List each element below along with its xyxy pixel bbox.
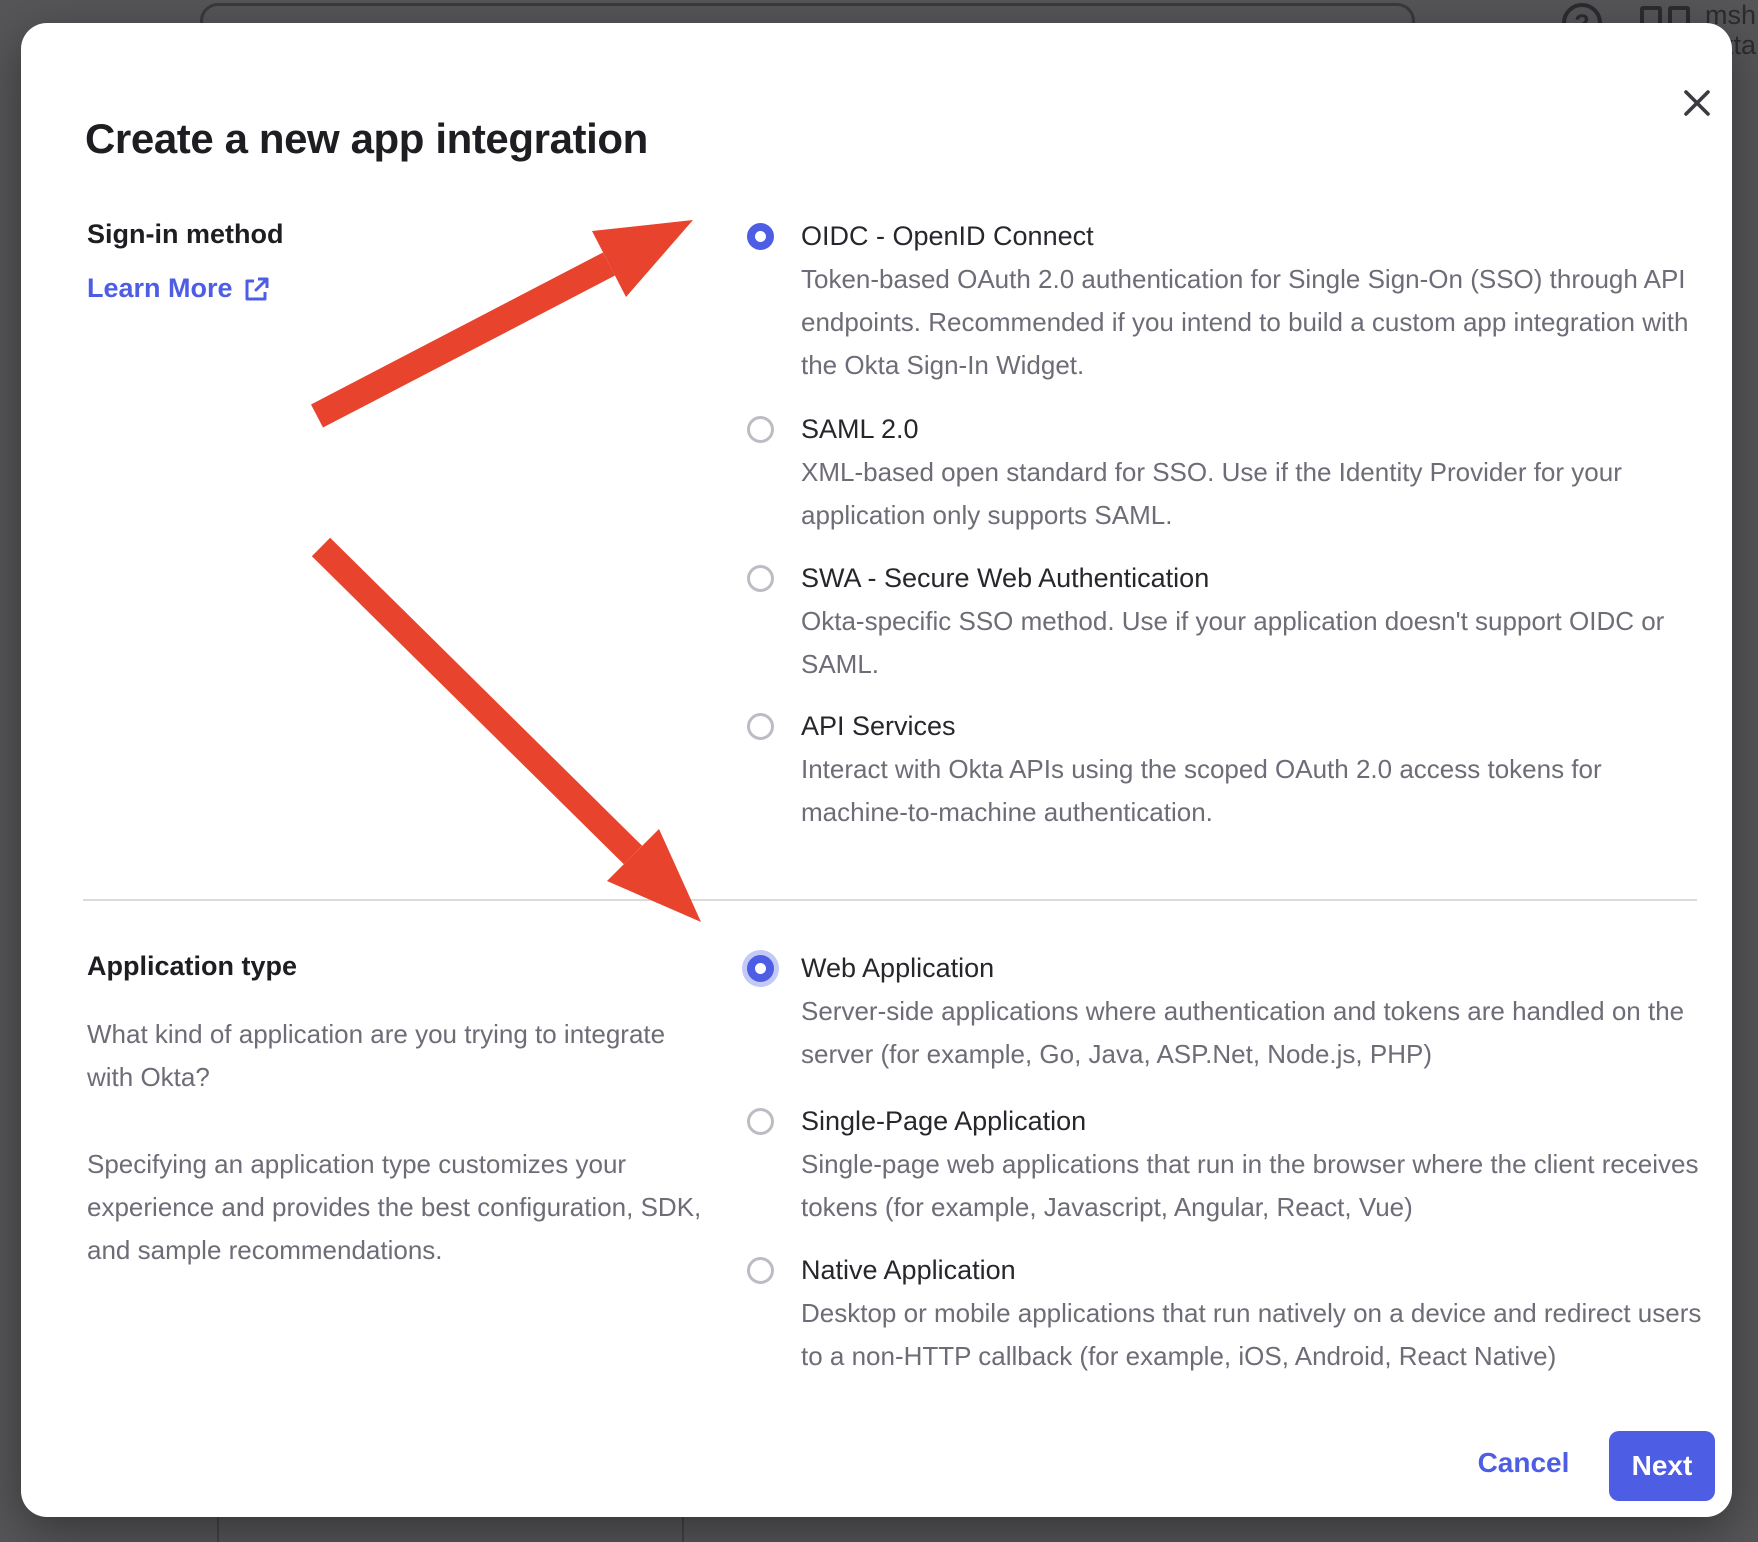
radio-option-saml[interactable]: SAML 2.0 XML-based open standard for SSO… [747, 408, 1715, 537]
signin-method-heading: Sign-in method [87, 213, 283, 256]
application-type-heading: Application type [87, 945, 297, 988]
learn-more-link[interactable]: Learn More [87, 273, 269, 304]
application-type-detail: Specifying an application type customize… [87, 1143, 717, 1272]
option-label: SAML 2.0 [801, 408, 1715, 451]
option-description: Interact with Okta APIs using the scoped… [801, 748, 1715, 834]
radio-option-native-application[interactable]: Native Application Desktop or mobile app… [747, 1249, 1715, 1378]
background-divider [217, 1515, 219, 1542]
radio-icon[interactable] [747, 1108, 774, 1135]
radio-icon[interactable] [747, 713, 774, 740]
close-icon [1680, 86, 1714, 120]
radio-selected-icon[interactable] [747, 955, 774, 982]
option-label: Native Application [801, 1249, 1715, 1292]
radio-option-single-page-application[interactable]: Single-Page Application Single-page web … [747, 1100, 1715, 1229]
option-description: XML-based open standard for SSO. Use if … [801, 451, 1715, 537]
radio-icon[interactable] [747, 1257, 774, 1284]
dialog-title: Create a new app integration [85, 115, 648, 163]
option-description: Single-page web applications that run in… [801, 1143, 1715, 1229]
option-label: Single-Page Application [801, 1100, 1715, 1143]
background-divider [682, 1515, 684, 1542]
section-divider [83, 899, 1697, 901]
application-type-question: What kind of application are you trying … [87, 1013, 717, 1099]
next-button[interactable]: Next [1609, 1431, 1715, 1501]
radio-selected-icon[interactable] [747, 223, 774, 250]
radio-option-api-services[interactable]: API Services Interact with Okta APIs usi… [747, 705, 1715, 834]
radio-icon[interactable] [747, 416, 774, 443]
radio-option-oidc[interactable]: OIDC - OpenID Connect Token-based OAuth … [747, 215, 1715, 387]
option-description: Server-side applications where authentic… [801, 990, 1715, 1076]
close-button[interactable] [1673, 79, 1721, 127]
external-link-icon [243, 276, 269, 302]
option-label: Web Application [801, 947, 1715, 990]
radio-icon[interactable] [747, 565, 774, 592]
cancel-button[interactable]: Cancel [1461, 1447, 1586, 1479]
create-app-integration-dialog: Create a new app integration Sign-in met… [21, 23, 1732, 1517]
radio-option-web-application[interactable]: Web Application Server-side applications… [747, 947, 1715, 1076]
learn-more-label: Learn More [87, 273, 233, 304]
option-label: SWA - Secure Web Authentication [801, 557, 1715, 600]
option-description: Token-based OAuth 2.0 authentication for… [801, 258, 1715, 387]
option-description: Desktop or mobile applications that run … [801, 1292, 1715, 1378]
option-label: OIDC - OpenID Connect [801, 215, 1715, 258]
option-description: Okta-specific SSO method. Use if your ap… [801, 600, 1715, 686]
radio-option-swa[interactable]: SWA - Secure Web Authentication Okta-spe… [747, 557, 1715, 686]
option-label: API Services [801, 705, 1715, 748]
